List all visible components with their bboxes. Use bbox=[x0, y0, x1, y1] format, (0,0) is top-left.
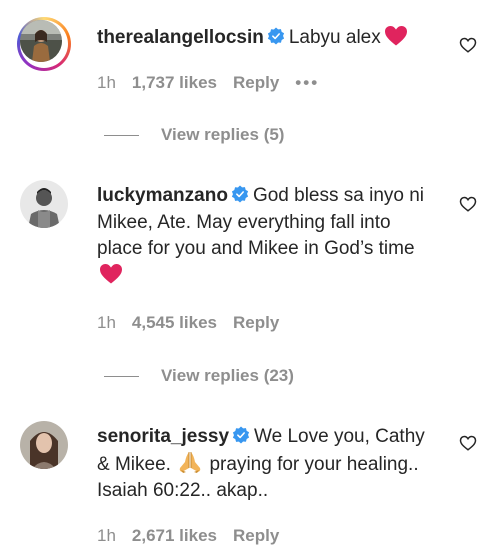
reply-button[interactable]: Reply bbox=[233, 526, 279, 545]
reply-button[interactable]: Reply bbox=[233, 73, 279, 92]
story-ring[interactable] bbox=[17, 17, 71, 71]
heart-outline-icon[interactable] bbox=[459, 434, 477, 452]
view-replies-label: View replies (5) bbox=[161, 125, 285, 144]
divider-line bbox=[104, 376, 139, 378]
avatar[interactable] bbox=[20, 180, 68, 228]
reply-button[interactable]: Reply bbox=[233, 313, 279, 332]
red-heart-emoji bbox=[100, 263, 122, 283]
comment-likes[interactable]: 1,737 likes bbox=[132, 73, 217, 92]
verified-badge-icon bbox=[231, 185, 249, 203]
comment-username[interactable]: therealangellocsin bbox=[97, 27, 264, 48]
view-replies-label: View replies (23) bbox=[161, 366, 294, 385]
comment-username[interactable]: senorita_jessy bbox=[97, 426, 229, 447]
folded-hands-emoji bbox=[179, 451, 201, 473]
view-replies-button[interactable]: View replies (5) bbox=[104, 125, 284, 145]
verified-badge-icon bbox=[232, 426, 250, 444]
comment-body: luckymanzano God bless sa inyo ni Mikee, … bbox=[97, 183, 437, 289]
avatar[interactable] bbox=[20, 421, 68, 469]
heart-outline-icon[interactable] bbox=[459, 36, 477, 54]
comment-body: therealangellocsin Labyu alex bbox=[97, 25, 437, 52]
comment-likes[interactable]: 4,545 likes bbox=[132, 313, 217, 332]
comment-text: Labyu alex bbox=[288, 27, 381, 48]
view-replies-button[interactable]: View replies (23) bbox=[104, 366, 294, 386]
comment-username[interactable]: luckymanzano bbox=[97, 185, 228, 206]
more-options-icon[interactable]: ••• bbox=[295, 73, 319, 92]
comment-time[interactable]: 1h bbox=[97, 526, 116, 545]
comment-time[interactable]: 1h bbox=[97, 313, 116, 332]
comment-meta: 1h 2,671 likes Reply bbox=[97, 526, 295, 546]
avatar[interactable] bbox=[20, 20, 62, 62]
comment-time[interactable]: 1h bbox=[97, 73, 116, 92]
comment-likes[interactable]: 2,671 likes bbox=[132, 526, 217, 545]
comment-meta: 1h 1,737 likes Reply ••• bbox=[97, 73, 335, 93]
comment-meta: 1h 4,545 likes Reply bbox=[97, 313, 295, 333]
verified-badge-icon bbox=[267, 27, 284, 45]
divider-line bbox=[104, 135, 139, 137]
red-heart-emoji bbox=[384, 26, 407, 46]
comment-body: senorita_jessy We Love you, Cathy & Mikee… bbox=[97, 424, 437, 505]
heart-outline-icon[interactable] bbox=[459, 195, 477, 213]
